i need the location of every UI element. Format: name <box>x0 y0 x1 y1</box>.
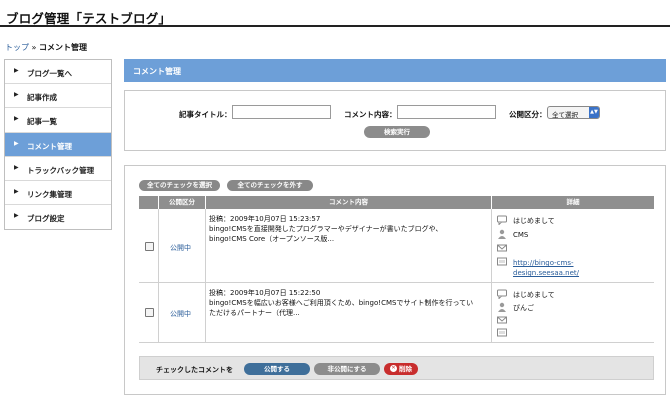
detail-author-text: ぴんご <box>513 304 534 312</box>
sidebar-item-label: リンク集管理 <box>27 189 72 199</box>
comment-posted-date: 投稿：2009年10月07日 15:23:57 <box>209 215 321 223</box>
deselect-all-button[interactable]: 全てのチェックを外す <box>227 180 313 191</box>
triangle-right-icon: ▶ <box>14 212 19 220</box>
comment-content: 投稿：2009年10月07日 15:22:50 bingo!CMSを幅広いお客様… <box>209 288 473 318</box>
status-link[interactable]: 公開中 <box>170 243 191 253</box>
delete-button[interactable]: ✕ 削除 <box>384 363 418 375</box>
triangle-right-icon: ▶ <box>14 163 19 171</box>
column-divider <box>491 209 492 282</box>
mail-icon <box>497 244 507 252</box>
sidebar-item-article-list[interactable]: ▶ 記事一覧 <box>5 108 111 133</box>
section-header: コメント管理 <box>124 59 666 82</box>
comment-content: 投稿：2009年10月07日 15:23:57 bingo!CMSを直接開発した… <box>209 214 442 244</box>
row-checkbox[interactable] <box>145 308 154 317</box>
search-panel: 記事タイトル： コメント内容： 公開区分： 全て選択 ▲▼ 検索実行 <box>124 90 666 151</box>
sidebar-item-label: トラックバック管理 <box>27 165 95 175</box>
breadcrumb-top-link[interactable]: トップ <box>5 43 29 52</box>
breadcrumb-current: コメント管理 <box>39 43 87 52</box>
link-icon <box>497 257 507 266</box>
sidebar-item-label: コメント管理 <box>27 141 72 151</box>
column-header-status: 公開区分 <box>169 198 195 206</box>
delete-label: 削除 <box>399 365 412 373</box>
sidebar-item-label: ブログ設定 <box>27 214 65 224</box>
detail-author-text: CMS <box>513 231 529 239</box>
commenter-url-link[interactable]: http://bingo-cms-design.seesaa.net/ <box>513 259 579 277</box>
table-header: 公開区分 コメント内容 詳細 <box>139 196 654 209</box>
comment-content-label: コメント内容： <box>344 110 397 119</box>
user-icon <box>498 229 506 239</box>
detail-title-text: はじめまして <box>513 217 555 225</box>
bulk-action-bar: チェックしたコメントを 公開する 非公開にする ✕ 削除 <box>139 356 654 380</box>
title-divider <box>0 25 670 27</box>
sidebar-item-blog-list[interactable]: ▶ ブログ一覧へ <box>5 60 111 85</box>
comment-body-line: bingo!CMSを直接開発したプログラマーやデザイナーが書いたブログや、 <box>209 225 443 233</box>
visibility-label: 公開区分： <box>509 110 547 119</box>
detail-url-text: http://bingo-cms-design.seesaa.net/ <box>513 258 579 278</box>
breadcrumb-separator: » <box>31 43 37 52</box>
article-title-input[interactable] <box>232 105 331 119</box>
triangle-right-icon: ▶ <box>14 187 19 195</box>
column-divider <box>158 283 159 342</box>
sidebar: ▶ ブログ一覧へ ▶ 記事作成 ▶ 記事一覧 ▶ コメント管理 ▶ トラックバッ… <box>4 59 112 230</box>
unpublish-button[interactable]: 非公開にする <box>314 363 380 375</box>
table-row: 公開中 投稿：2009年10月07日 15:23:57 bingo!CMSを直接… <box>139 209 654 283</box>
speech-bubble-icon <box>497 215 507 225</box>
comment-content-input[interactable] <box>397 105 496 119</box>
visibility-select[interactable]: 全て選択 ▲▼ <box>547 106 600 119</box>
comment-list-panel: 全てのチェックを選択 全てのチェックを外す 公開区分 コメント内容 詳細 公開中… <box>124 165 666 395</box>
row-checkbox[interactable] <box>145 242 154 251</box>
bulk-action-label: チェックしたコメントを <box>156 366 233 374</box>
sidebar-item-links[interactable]: ▶ リンク集管理 <box>5 181 111 206</box>
close-icon: ✕ <box>390 365 397 372</box>
column-header-detail: 詳細 <box>566 198 580 206</box>
sidebar-item-label: 記事一覧 <box>27 117 57 127</box>
visibility-selected-value: 全て選択 <box>552 111 578 119</box>
detail-title-text: はじめまして <box>513 291 555 299</box>
column-divider <box>158 209 159 282</box>
comment-body-line: bingo!CMS Core（オープンソース版... <box>209 235 335 243</box>
sidebar-item-blog-settings[interactable]: ▶ ブログ設定 <box>5 205 111 229</box>
column-divider <box>491 283 492 342</box>
triangle-right-icon: ▶ <box>14 91 19 99</box>
status-link[interactable]: 公開中 <box>170 309 191 319</box>
triangle-right-icon: ▶ <box>14 139 19 147</box>
sidebar-item-create-article[interactable]: ▶ 記事作成 <box>5 84 111 109</box>
column-header-content: コメント内容 <box>329 198 368 206</box>
breadcrumb: トップ » コメント管理 <box>5 42 87 53</box>
select-all-button[interactable]: 全てのチェックを選択 <box>139 180 220 191</box>
comment-posted-date: 投稿：2009年10月07日 15:22:50 <box>209 289 321 297</box>
triangle-right-icon: ▶ <box>14 67 19 74</box>
article-title-label: 記事タイトル： <box>179 110 232 119</box>
triangle-right-icon: ▶ <box>14 115 19 123</box>
mail-icon <box>497 316 507 324</box>
sidebar-item-label: ブログ一覧へ <box>27 69 72 78</box>
column-divider <box>205 209 206 282</box>
column-divider <box>205 283 206 342</box>
sidebar-item-label: 記事作成 <box>27 93 57 103</box>
select-arrows-icon: ▲▼ <box>589 107 599 118</box>
speech-bubble-icon <box>497 289 507 299</box>
comment-body-line: ただけるパートナー（代理... <box>209 309 300 317</box>
comment-body-line: bingo!CMSを幅広いお客様へご利用頂くため、bingo!CMSでサイト制作… <box>209 299 474 307</box>
user-icon <box>498 302 506 312</box>
table-row: 公開中 投稿：2009年10月07日 15:22:50 bingo!CMSを幅広… <box>139 283 654 343</box>
link-icon <box>497 328 507 337</box>
search-button[interactable]: 検索実行 <box>364 126 430 138</box>
sidebar-item-comments[interactable]: ▶ コメント管理 <box>5 132 111 157</box>
sidebar-item-trackbacks[interactable]: ▶ トラックバック管理 <box>5 157 111 181</box>
publish-button[interactable]: 公開する <box>244 363 310 375</box>
